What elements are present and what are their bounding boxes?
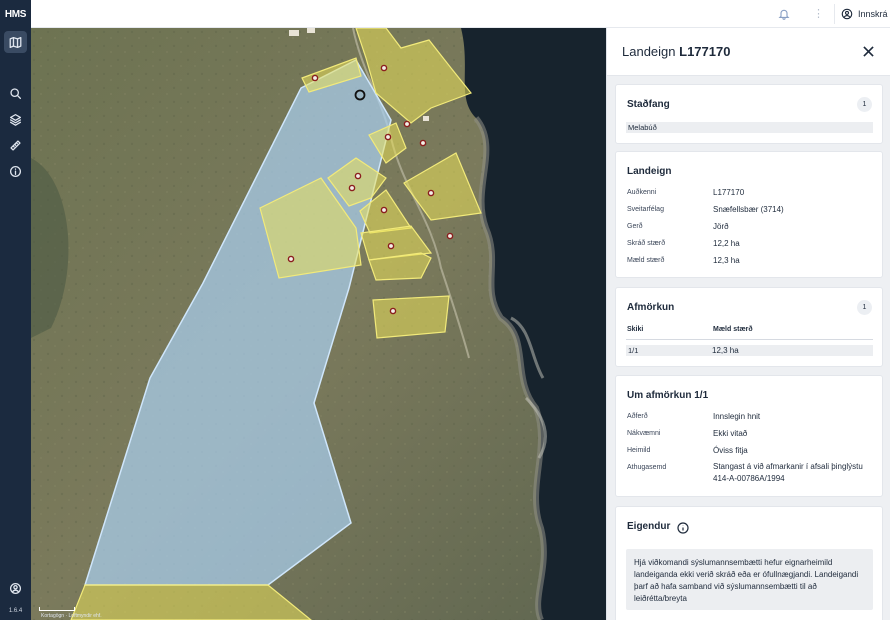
rail-measure-button[interactable] bbox=[4, 134, 27, 156]
close-panel-button[interactable] bbox=[859, 42, 877, 60]
eigendur-card: Eigendur Hjá viðkomandi sýslumannsembætt… bbox=[615, 506, 883, 620]
landeign-value: 12,2 ha bbox=[713, 239, 740, 248]
landeign-label: Skráð stærð bbox=[627, 240, 666, 247]
table-divider bbox=[626, 339, 873, 340]
um-afmorkun-label: Nákvæmni bbox=[627, 430, 661, 437]
afmorkun-count-badge: 1 bbox=[857, 300, 872, 315]
landeign-value: Snæfellsbær (3714) bbox=[713, 205, 784, 214]
rail-map-button[interactable] bbox=[4, 31, 27, 53]
um-afmorkun-value: Innslegin hnit bbox=[713, 412, 761, 421]
user-circle-icon bbox=[841, 8, 853, 20]
um-afmorkun-heading: Um afmörkun 1/1 bbox=[627, 390, 709, 401]
hms-logo[interactable]: HMS bbox=[0, 0, 31, 28]
um-afmorkun-value: Óviss fitja bbox=[713, 446, 748, 455]
layers-icon bbox=[9, 113, 22, 126]
landeign-heading: Landeign bbox=[627, 166, 672, 177]
stadfang-count-badge: 1 bbox=[857, 97, 872, 112]
rail-account-button[interactable] bbox=[4, 577, 27, 599]
more-menu-button[interactable]: ⋮ bbox=[813, 7, 824, 21]
ruler-icon bbox=[10, 139, 21, 151]
dots-vertical-icon: ⋮ bbox=[813, 8, 824, 20]
left-rail: HMS 1.6.4 bbox=[0, 0, 31, 620]
info-icon bbox=[9, 165, 22, 177]
login-button[interactable]: Innskrá bbox=[841, 5, 888, 23]
map-canvas[interactable]: Kortagögn · Loftmyndir ehf. bbox=[31, 28, 606, 620]
landeign-label: Auðkenni bbox=[627, 189, 657, 196]
afmorkun-col-size: Mæld stærð bbox=[713, 326, 753, 333]
search-icon bbox=[10, 87, 22, 99]
afmorkun-col-skiki: Skiki bbox=[627, 326, 644, 333]
app-version: 1.6.4 bbox=[8, 608, 23, 614]
rail-search-button[interactable] bbox=[4, 82, 27, 104]
bell-icon bbox=[778, 9, 790, 20]
um-afmorkun-value: Stangast á við afmarkanir í afsali þingl… bbox=[713, 462, 863, 483]
um-afmorkun-label: Athugasemd bbox=[627, 464, 667, 471]
panel-header: Landeign L177170 bbox=[607, 28, 890, 76]
um-afmorkun-value: Ekki vitað bbox=[713, 429, 748, 438]
um-afmorkun-label: Heimild bbox=[627, 447, 651, 454]
parcel-j[interactable] bbox=[372, 295, 450, 339]
topbar-divider bbox=[834, 4, 835, 24]
parcel-k[interactable] bbox=[70, 584, 312, 620]
notifications-button[interactable] bbox=[778, 7, 792, 21]
user-circle-icon bbox=[9, 582, 22, 594]
afmorkun-heading: Afmörkun bbox=[627, 302, 675, 313]
login-label: Innskrá bbox=[858, 9, 888, 19]
afmorkun-row-skiki: 1/1 bbox=[628, 346, 639, 355]
landeign-value: 12,3 ha bbox=[713, 256, 740, 265]
panel-title: Landeign L177170 bbox=[622, 44, 730, 59]
map-scalebar bbox=[39, 607, 75, 611]
eigendur-heading: Eigendur bbox=[627, 521, 671, 532]
stadfang-card: Staðfang 1 Melabúð bbox=[615, 84, 883, 144]
map-surface[interactable] bbox=[31, 28, 606, 620]
landeign-value: L177170 bbox=[713, 188, 745, 197]
close-icon bbox=[862, 45, 874, 57]
map-attribution: Kortagögn · Loftmyndir ehf. bbox=[41, 613, 102, 619]
stadfang-heading: Staðfang bbox=[627, 99, 670, 110]
um-afmorkun-card: Um afmörkun 1/1 Aðferð Innslegin hnit Ná… bbox=[615, 375, 883, 497]
panel-title-id: L177170 bbox=[679, 44, 731, 59]
eigendur-notice: Hjá viðkomandi sýslumannsembætti hefur e… bbox=[626, 549, 873, 610]
landeign-value: Jörð bbox=[713, 222, 729, 231]
rail-info-button[interactable] bbox=[4, 160, 27, 182]
top-bar: ⋮ Innskrá bbox=[31, 0, 890, 28]
stadfang-address[interactable]: Melabúð bbox=[626, 122, 873, 133]
panel-title-prefix: Landeign bbox=[622, 44, 676, 59]
info-icon bbox=[677, 522, 689, 534]
rail-layers-button[interactable] bbox=[4, 108, 27, 130]
um-afmorkun-label: Aðferð bbox=[627, 413, 648, 420]
afmorkun-row-size: 12,3 ha bbox=[712, 346, 739, 355]
afmorkun-row[interactable]: 1/1 12,3 ha bbox=[626, 345, 873, 356]
parcel-detail-panel: Landeign L177170 Staðfang 1 Melabúð Land… bbox=[606, 28, 890, 620]
landeign-card: Landeign Auðkenni L177170 Sveitarfélag S… bbox=[615, 151, 883, 278]
landeign-label: Gerð bbox=[627, 223, 643, 230]
landeign-label: Sveitarfélag bbox=[627, 206, 664, 213]
app-root: HMS 1.6.4 ⋮ Innskrá Kortagögn · Loftmynd… bbox=[0, 0, 890, 620]
landeign-label: Mæld stærð bbox=[627, 257, 665, 264]
afmorkun-card: Afmörkun 1 Skiki Mæld stærð 1/1 12,3 ha bbox=[615, 287, 883, 367]
map-icon bbox=[9, 36, 22, 48]
eigendur-info-button[interactable] bbox=[677, 521, 689, 534]
